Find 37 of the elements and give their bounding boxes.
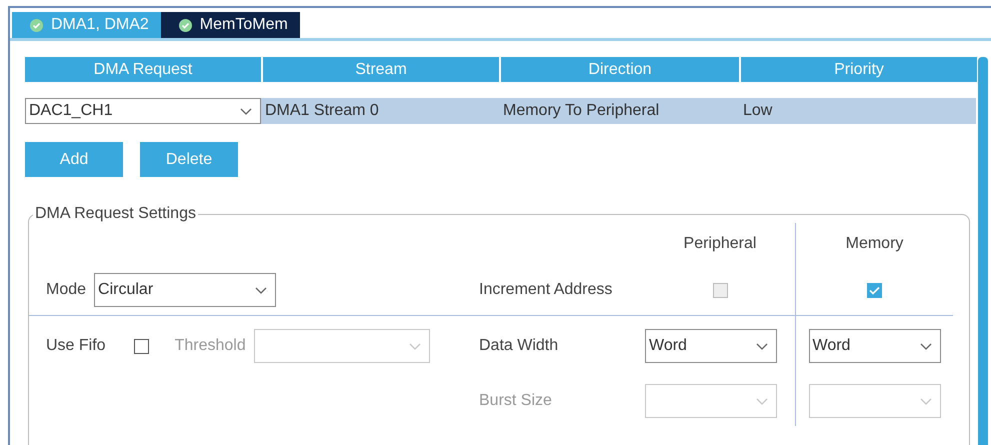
caret-icon <box>756 342 768 350</box>
column-header: Stream <box>263 57 499 82</box>
column-label: Memory <box>846 235 904 253</box>
check-circle-icon <box>30 18 43 32</box>
column-label: Peripheral <box>684 235 756 253</box>
data-width-label: Data Width <box>479 337 560 355</box>
checkbox[interactable] <box>134 338 149 354</box>
tab[interactable]: MemToMem <box>160 12 300 38</box>
caret-icon <box>408 342 421 350</box>
caret-icon <box>920 398 932 404</box>
table-cell-text: DMA1 Stream 0 <box>264 102 380 120</box>
mode-label: Mode <box>46 281 86 299</box>
data-width-dropdown[interactable]: Word <box>808 329 940 363</box>
burst-size-dropdown[interactable] <box>645 384 777 418</box>
request-dropdown[interactable]: DAC1_CH1 <box>25 98 261 124</box>
column-header: Direction <box>501 57 739 82</box>
check-circle-icon <box>178 18 192 32</box>
scrollbar[interactable] <box>978 57 988 445</box>
burst-size-label: Burst Size <box>479 392 553 410</box>
table-cell-text: Low <box>742 102 774 120</box>
caret-icon <box>240 108 252 114</box>
mode-dropdown[interactable]: Circular <box>94 273 276 307</box>
caret-icon <box>920 342 932 350</box>
caret-icon <box>756 398 768 404</box>
column-header: Priority <box>741 57 977 82</box>
checkbox[interactable] <box>867 282 882 298</box>
caret-icon <box>255 286 268 294</box>
threshold-label: Threshold <box>174 337 246 355</box>
column-header: DMA Request <box>25 57 261 82</box>
data-width-dropdown[interactable]: Word <box>645 329 777 363</box>
increment-address-label: Increment Address <box>479 281 614 299</box>
burst-size-dropdown[interactable] <box>808 384 940 418</box>
table-row[interactable]: DAC1_CH1 DMA1 Stream 0 Memory To Peripheral Low <box>25 98 976 124</box>
settings-legend: DMA Request Settings <box>33 205 198 223</box>
use-fifo-label: Use Fifo <box>46 337 106 355</box>
threshold-dropdown[interactable] <box>254 329 430 363</box>
table-cell-text: Memory To Peripheral <box>502 102 660 120</box>
